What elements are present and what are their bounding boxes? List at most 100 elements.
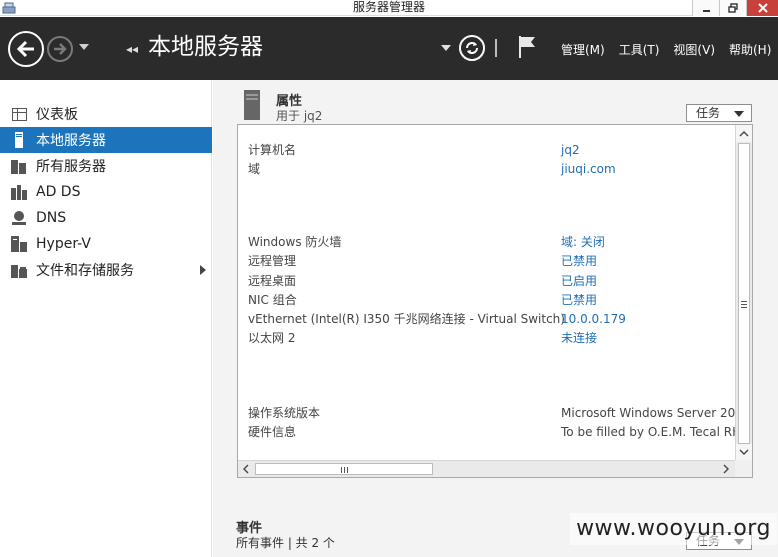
menu-view[interactable]: 视图(V) [673, 41, 715, 58]
grip-icon [341, 467, 348, 473]
property-key: 域 [248, 162, 261, 176]
properties-server-icon [244, 90, 260, 120]
chevron-left-icon[interactable] [238, 461, 255, 477]
property-row-domain: 域 jiuqi.com [248, 160, 738, 178]
property-key: 硬件信息 [248, 425, 297, 439]
chevron-down-icon [739, 449, 749, 455]
property-value-link[interactable]: 未连接 [561, 329, 597, 347]
vertical-scrollbar[interactable] [735, 125, 752, 461]
sidebar-item-label: 文件和存储服务 [36, 263, 134, 279]
chevron-right-icon[interactable] [200, 265, 206, 275]
title-bar: 服务器管理器 [0, 0, 778, 16]
minimize-button[interactable] [692, 0, 719, 16]
menu-help[interactable]: 帮助(H) [729, 41, 771, 58]
property-key: 远程管理 [248, 254, 297, 268]
page-title: 本地服务器 [148, 34, 263, 60]
chevron-right-icon[interactable] [717, 461, 734, 477]
arrow-left-icon [16, 40, 34, 58]
sidebar-item-dashboard[interactable]: 仪表板 [0, 101, 212, 127]
watermark: www.wooyun.org [570, 513, 777, 545]
property-value-link[interactable]: 已启用 [561, 272, 597, 290]
property-key: 计算机名 [248, 143, 297, 157]
file-storage-icon [11, 262, 27, 278]
notifications-flag-icon[interactable] [517, 35, 537, 59]
property-row-nic-teaming: NIC 组合 已禁用 [248, 291, 738, 309]
hyperv-icon [11, 236, 27, 252]
sidebar-item-label: DNS [36, 210, 67, 226]
breadcrumb-arrow: ◂◂ [126, 42, 139, 56]
header-separator [495, 39, 497, 57]
sidebar-item-label: AD DS [36, 184, 81, 200]
events-subtitle: 所有事件 | 共 2 个 [236, 536, 335, 550]
server-icon [11, 132, 27, 148]
sidebar-item-label: 本地服务器 [36, 133, 106, 149]
forward-button[interactable] [47, 36, 73, 62]
sidebar-item-hyper-v[interactable]: Hyper-V [0, 231, 212, 257]
back-button[interactable] [8, 31, 44, 67]
header-bar: ◂◂ 本地服务器 管理(M) 工具(T) 视图(V) 帮助(H) [0, 17, 778, 80]
servers-icon [11, 158, 27, 174]
property-row-vethernet: vEthernet (Intel(R) I350 千兆网络连接 - Virtua… [248, 310, 738, 328]
properties-subtitle: 用于 jq2 [276, 109, 323, 123]
scroll-up-button[interactable] [736, 125, 752, 142]
arrow-right-icon [54, 43, 67, 55]
property-row-os-version: 操作系统版本 Microsoft Windows Server 201 [248, 404, 743, 422]
close-icon [757, 3, 768, 13]
sidebar: 仪表板 本地服务器 所有服务器 AD DS DNS Hyper-V 文件和存储服… [0, 80, 212, 557]
chevron-down-icon[interactable] [441, 44, 451, 52]
history-dropdown-icon[interactable] [78, 41, 90, 53]
sidebar-item-label: Hyper-V [36, 236, 91, 252]
restore-button[interactable] [719, 0, 746, 16]
property-row-computer-name: 计算机名 jq2 [248, 141, 738, 159]
main-content: 属性 用于 jq2 任务 计算机名 jq2 域 jiuqi.com Window… [213, 80, 778, 557]
properties-tasks-dropdown[interactable]: 任务 [686, 104, 752, 122]
property-key: NIC 组合 [248, 293, 297, 307]
sidebar-item-label: 仪表板 [36, 107, 78, 123]
properties-panel: 计算机名 jq2 域 jiuqi.com Windows 防火墙 域: 关闭 远… [237, 124, 753, 478]
property-value: Microsoft Windows Server 201 [561, 406, 743, 420]
property-row-remote-management: 远程管理 已禁用 [248, 252, 738, 270]
vertical-scroll-thumb[interactable] [738, 143, 750, 444]
refresh-button[interactable] [459, 35, 485, 61]
restore-icon [728, 3, 738, 13]
chevron-down-icon [734, 111, 744, 117]
scrollbar-corner [735, 460, 752, 477]
property-value: To be filled by O.E.M. Tecal RH [561, 425, 742, 439]
property-value-link[interactable]: jq2 [561, 141, 580, 159]
menu-manage[interactable]: 管理(M) [561, 41, 605, 58]
property-value-link[interactable]: 已禁用 [561, 252, 597, 270]
sidebar-item-file-storage[interactable]: 文件和存储服务 [0, 257, 212, 283]
property-key: 操作系统版本 [248, 406, 321, 420]
property-key: 以太网 2 [248, 331, 296, 345]
sidebar-item-all-servers[interactable]: 所有服务器 [0, 153, 212, 179]
close-button[interactable] [746, 0, 778, 16]
scroll-down-button[interactable] [736, 444, 752, 461]
property-row-ethernet-2: 以太网 2 未连接 [248, 329, 738, 347]
property-key: Windows 防火墙 [248, 235, 342, 249]
property-value-link[interactable]: jiuqi.com [561, 160, 616, 178]
horizontal-scroll-thumb[interactable] [255, 463, 433, 475]
horizontal-scrollbar[interactable] [238, 460, 736, 477]
sidebar-item-dns[interactable]: DNS [0, 205, 212, 231]
ad-ds-icon [11, 184, 27, 200]
property-value-link[interactable]: 已禁用 [561, 291, 597, 309]
sidebar-item-ad-ds[interactable]: AD DS [0, 179, 212, 205]
sidebar-item-local-server[interactable]: 本地服务器 [0, 127, 212, 153]
minimize-icon [702, 9, 710, 12]
property-row-remote-desktop: 远程桌面 已启用 [248, 272, 738, 290]
menu-tools[interactable]: 工具(T) [619, 41, 660, 58]
dns-icon [11, 210, 27, 226]
grip-icon [741, 301, 747, 308]
dashboard-icon [11, 106, 27, 122]
property-row-hardware-info: 硬件信息 To be filled by O.E.M. Tecal RH [248, 423, 742, 441]
window-title: 服务器管理器 [352, 0, 425, 14]
tasks-label: 任务 [696, 106, 721, 120]
menu-bar: 管理(M) 工具(T) 视图(V) 帮助(H) [561, 41, 778, 58]
chevron-up-icon [739, 131, 749, 137]
property-row-firewall: Windows 防火墙 域: 关闭 [248, 233, 738, 251]
property-key: vEthernet (Intel(R) I350 千兆网络连接 - Virtua… [248, 312, 565, 326]
property-value-link[interactable]: 域: 关闭 [561, 233, 605, 251]
property-value-link[interactable]: 10.0.0.179 [561, 310, 626, 328]
property-key: 远程桌面 [248, 274, 297, 288]
refresh-icon [466, 42, 478, 54]
